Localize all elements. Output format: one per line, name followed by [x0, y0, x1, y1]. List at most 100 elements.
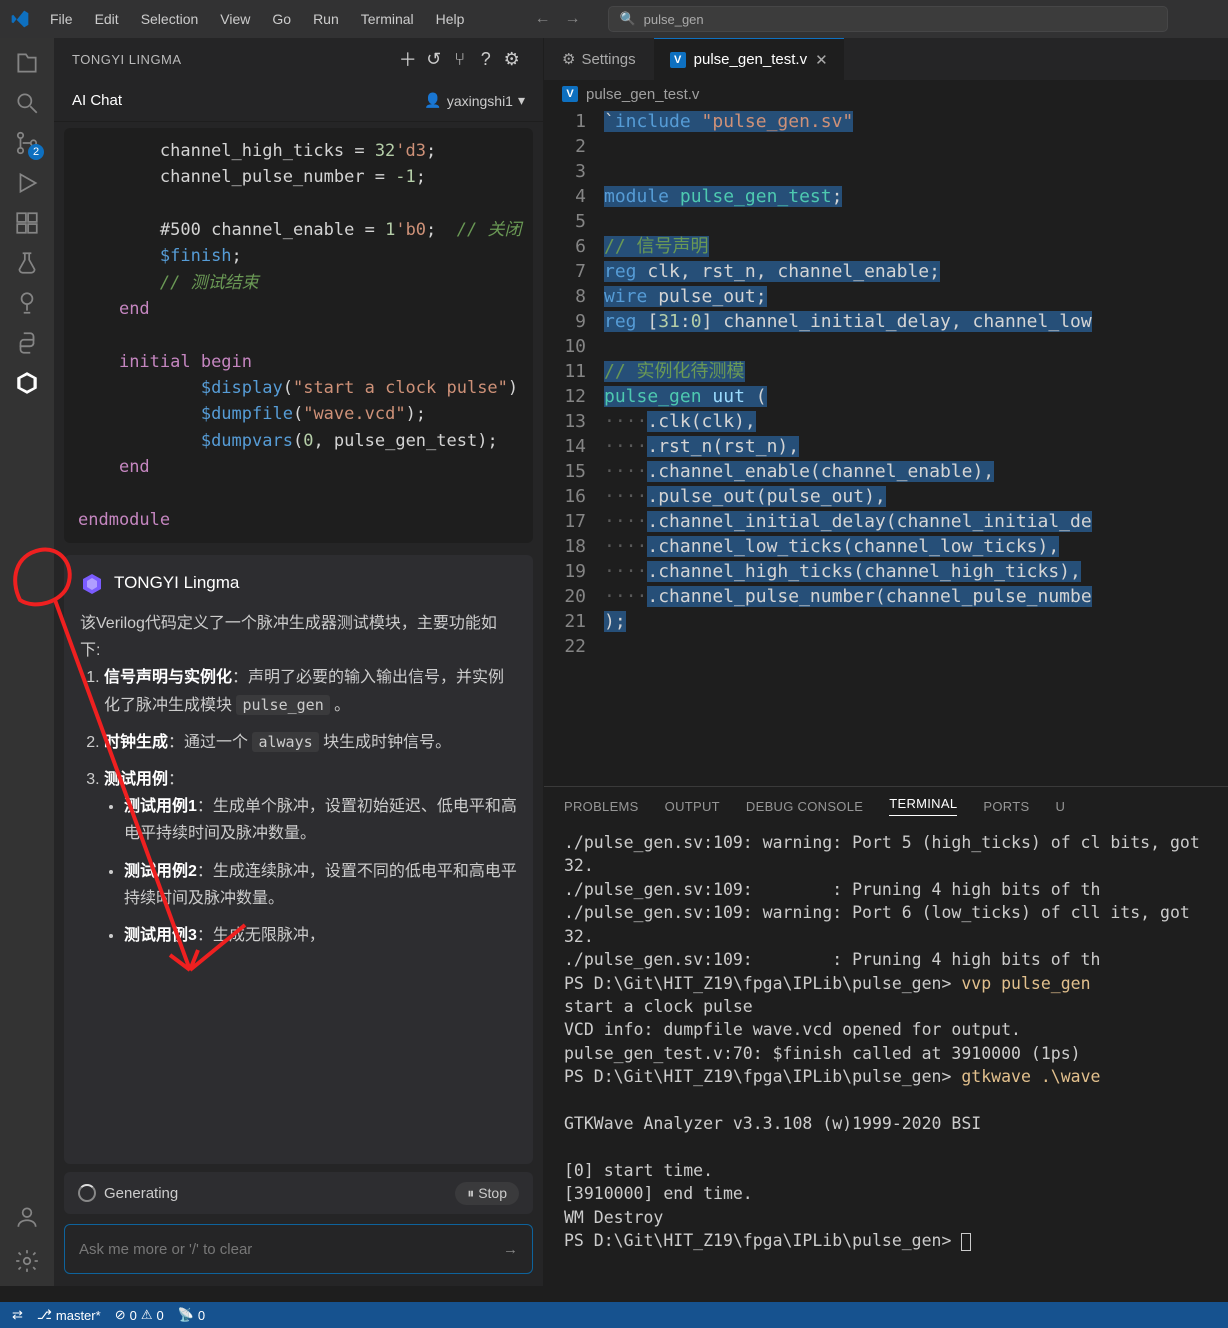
generating-bar: Generating ⏸ Stop [64, 1172, 533, 1214]
ai-response: TONGYI Lingma 该Verilog代码定义了一个脉冲生成器测试模块，主… [64, 555, 533, 1164]
panel-tab[interactable]: PROBLEMS [564, 799, 639, 814]
tree-icon[interactable] [12, 288, 42, 318]
send-icon[interactable]: → [503, 1241, 518, 1258]
menu-run[interactable]: Run [303, 7, 349, 31]
code-line[interactable]: `include "pulse_gen.sv" [604, 110, 1228, 135]
menu-view[interactable]: View [210, 7, 260, 31]
menu-terminal[interactable]: Terminal [351, 7, 424, 31]
tongyi-logo-icon [80, 572, 104, 596]
user-icon: 👤 [424, 92, 441, 109]
line-number: 8 [544, 285, 586, 310]
tongyi-icon[interactable] [12, 368, 42, 398]
line-number: 6 [544, 235, 586, 260]
python-icon[interactable] [12, 328, 42, 358]
activity-bar: 2 [0, 38, 54, 1286]
code-line[interactable]: ····.channel_initial_delay(channel_initi… [604, 510, 1228, 535]
line-number: 7 [544, 260, 586, 285]
code-line[interactable] [604, 335, 1228, 360]
code-line[interactable]: // 信号声明 [604, 235, 1228, 260]
menu-edit[interactable]: Edit [85, 7, 129, 31]
fork-icon[interactable]: ⑂ [447, 49, 473, 70]
line-number: 22 [544, 635, 586, 660]
testing-icon[interactable] [12, 248, 42, 278]
code-line[interactable]: // 实例化待测模 [604, 360, 1228, 385]
code-line[interactable]: ····.channel_pulse_number(channel_pulse_… [604, 585, 1228, 610]
menu-selection[interactable]: Selection [131, 7, 209, 31]
code-line[interactable]: reg clk, rst_n, channel_enable; [604, 260, 1228, 285]
line-number: 9 [544, 310, 586, 335]
run-debug-icon[interactable] [12, 168, 42, 198]
resp-item: 测试用例：测试用例1：生成单个脉冲，设置初始延迟、低电平和高电平持续时间及脉冲数… [104, 766, 517, 949]
gear-icon[interactable] [12, 1246, 42, 1276]
menu-file[interactable]: File [40, 7, 83, 31]
line-number: 3 [544, 160, 586, 185]
nav-back-button[interactable]: ← [528, 10, 556, 28]
explorer-icon[interactable] [12, 48, 42, 78]
search-view-icon[interactable] [12, 88, 42, 118]
code-line[interactable]: ····.channel_low_ticks(channel_low_ticks… [604, 535, 1228, 560]
line-number: 19 [544, 560, 586, 585]
code-line[interactable]: pulse_gen uut ( [604, 385, 1228, 410]
panel-tab[interactable]: DEBUG CONSOLE [746, 799, 863, 814]
code-line[interactable]: ····.channel_enable(channel_enable), [604, 460, 1228, 485]
remote-button[interactable]: ⇄ [12, 1307, 23, 1323]
code-line[interactable] [604, 135, 1228, 160]
terminal-output[interactable]: ./pulse_gen.sv:109: warning: Port 5 (hig… [544, 825, 1228, 1286]
extensions-icon[interactable] [12, 208, 42, 238]
nav-forward-button[interactable]: → [558, 10, 586, 28]
code-line[interactable]: ····.rst_n(rst_n), [604, 435, 1228, 460]
stop-button[interactable]: ⏸ Stop [455, 1182, 519, 1205]
panel-tab[interactable]: U [1055, 799, 1065, 814]
code-line[interactable]: reg [31:0] channel_initial_delay, channe… [604, 310, 1228, 335]
help-icon[interactable]: ? [473, 49, 499, 70]
code-line[interactable] [604, 210, 1228, 235]
line-number: 1 [544, 110, 586, 135]
menu-help[interactable]: Help [426, 7, 475, 31]
command-search-input[interactable]: 🔍pulse_gen [608, 6, 1168, 32]
close-tab-icon[interactable]: ✕ [815, 51, 828, 69]
source-control-icon[interactable]: 2 [12, 128, 42, 158]
editor-area: ⚙ Settings V pulse_gen_test.v ✕ V pulse_… [544, 38, 1228, 1286]
panel-tab[interactable]: TERMINAL [889, 796, 957, 816]
code-line[interactable]: module pulse_gen_test; [604, 185, 1228, 210]
tab-settings[interactable]: ⚙ Settings [544, 38, 654, 80]
code-line[interactable]: ····.channel_high_ticks(channel_high_tic… [604, 560, 1228, 585]
branch-status[interactable]: ⎇ master* [37, 1307, 101, 1323]
panel-tab[interactable]: PORTS [983, 799, 1029, 814]
code-line[interactable]: wire pulse_out; [604, 285, 1228, 310]
menu-go[interactable]: Go [262, 7, 301, 31]
code-editor[interactable]: 12345678910111213141516171819202122 `inc… [544, 108, 1228, 786]
line-number: 13 [544, 410, 586, 435]
line-number: 4 [544, 185, 586, 210]
ports-status[interactable]: 📡 0 [178, 1307, 205, 1323]
line-number: 14 [544, 435, 586, 460]
search-icon: 🔍 [619, 11, 635, 27]
line-number: 12 [544, 385, 586, 410]
user-menu[interactable]: 👤yaxingshi1 ▾ [424, 92, 525, 109]
line-number: 16 [544, 485, 586, 510]
status-bar: ⇄ ⎇ master* ⊘ 0 ⚠ 0 📡 0 [0, 1302, 1228, 1328]
code-line[interactable] [604, 635, 1228, 660]
code-line[interactable]: ····.clk(clk), [604, 410, 1228, 435]
chat-placeholder: Ask me more or '/' to clear [79, 1241, 252, 1258]
panel-tab[interactable]: OUTPUT [665, 799, 720, 814]
account-icon[interactable] [12, 1202, 42, 1232]
editor-tabs: ⚙ Settings V pulse_gen_test.v ✕ [544, 38, 1228, 80]
verilog-file-icon: V [670, 52, 686, 68]
tab-pulse-gen-test[interactable]: V pulse_gen_test.v ✕ [654, 38, 844, 80]
line-number: 18 [544, 535, 586, 560]
panel-tabs: PROBLEMS OUTPUT DEBUG CONSOLE TERMINAL PORTS… [544, 787, 1228, 825]
vscode-icon [10, 9, 30, 29]
code-line[interactable] [604, 160, 1228, 185]
problems-status[interactable]: ⊘ 0 ⚠ 0 [115, 1307, 164, 1323]
history-icon[interactable]: ↺ [421, 49, 447, 70]
line-number: 2 [544, 135, 586, 160]
settings-gear-icon[interactable]: ⚙ [499, 49, 525, 70]
chat-code-block: channel_high_ticks = 32'd3; channel_puls… [64, 128, 533, 543]
ai-chat-tab[interactable]: AI Chat [72, 92, 122, 109]
code-line[interactable]: ····.pulse_out(pulse_out), [604, 485, 1228, 510]
code-line[interactable]: ); [604, 610, 1228, 635]
breadcrumb[interactable]: V pulse_gen_test.v [544, 80, 1228, 108]
chat-input[interactable]: Ask me more or '/' to clear → [64, 1224, 533, 1274]
new-chat-icon[interactable]: ＋ [395, 46, 421, 72]
